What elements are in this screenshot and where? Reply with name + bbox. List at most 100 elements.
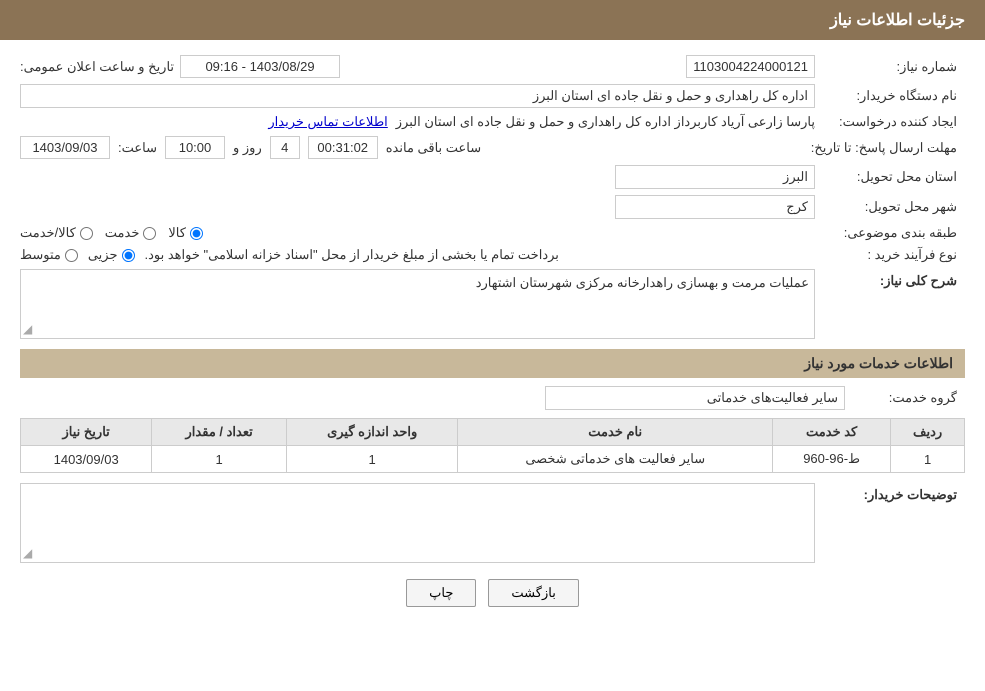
back-button[interactable]: بازگشت xyxy=(488,579,578,607)
page-title: جزئیات اطلاعات نیاز xyxy=(830,12,965,29)
category-option-goods-label: کالا xyxy=(168,225,186,241)
request-number-label: شماره نیاز: xyxy=(815,59,965,75)
services-table: ردیف کد خدمت نام خدمت واحد اندازه گیری ت… xyxy=(20,418,965,473)
deadline-date-box: 1403/09/03 xyxy=(20,136,110,159)
row-deadline: مهلت ارسال پاسخ: تا تاریخ: 1403/09/03 سا… xyxy=(20,136,965,159)
cell-row: 1 xyxy=(891,446,965,473)
buyer-org-value: اداره کل راهداری و حمل و نقل جاده ای است… xyxy=(20,84,815,108)
page-header: جزئیات اطلاعات نیاز xyxy=(0,0,985,40)
col-code: کد خدمت xyxy=(773,419,891,446)
col-row-num: ردیف xyxy=(891,419,965,446)
city-box: کرج xyxy=(615,195,815,219)
deadline-label: مهلت ارسال پاسخ: تا تاریخ: xyxy=(811,140,965,156)
category-option-service-goods-label: کالا/خدمت xyxy=(20,225,76,241)
purchase-option-medium-label: متوسط xyxy=(20,247,61,263)
category-options: کالا/خدمت خدمت کالا xyxy=(20,225,815,241)
resize-icon: ◢ xyxy=(23,322,32,336)
purchase-radio-medium[interactable] xyxy=(65,249,78,262)
category-radio-service[interactable] xyxy=(143,227,156,240)
row-description: شرح کلی نیاز: عملیات مرمت و بهسازی راهدا… xyxy=(20,269,965,339)
request-number-box: 1103004224000121 xyxy=(686,55,815,78)
cell-date: 1403/09/03 xyxy=(21,446,152,473)
public-announce-value: 1403/08/29 - 09:16 xyxy=(180,55,340,78)
table-row: 1 ط-96-960 سایر فعالیت های خدماتی شخصی 1… xyxy=(21,446,965,473)
purchase-type-text: برداخت تمام یا بخشی از مبلغ خریدار از مح… xyxy=(145,247,559,263)
deadline-value-area: 1403/09/03 ساعت: 10:00 روز و 4 00:31:02 … xyxy=(20,136,811,159)
category-radio-group: کالا/خدمت خدمت کالا xyxy=(20,225,815,241)
category-label: طبقه بندی موضوعی: xyxy=(815,225,965,241)
category-option-service-goods[interactable]: کالا/خدمت xyxy=(20,225,93,241)
requester-label: ایجاد کننده درخواست: xyxy=(815,114,965,130)
purchase-option-partial-label: جزیی xyxy=(88,247,118,263)
province-box: البرز xyxy=(615,165,815,189)
col-name: نام خدمت xyxy=(458,419,773,446)
row-purchase-type: نوع فرآیند خرید : متوسط جزیی برداخت تمام… xyxy=(20,247,965,263)
requester-link[interactable]: اطلاعات تماس خریدار xyxy=(268,114,387,130)
cell-code: ط-96-960 xyxy=(773,446,891,473)
purchase-radio-partial[interactable] xyxy=(122,249,135,262)
city-value: کرج xyxy=(20,195,815,219)
print-button[interactable]: چاپ xyxy=(406,579,476,607)
cell-qty: 1 xyxy=(152,446,287,473)
service-group-label: گروه خدمت: xyxy=(845,390,965,406)
buyer-org-box: اداره کل راهداری و حمل و نقل جاده ای است… xyxy=(20,84,815,108)
purchase-type-area: متوسط جزیی برداخت تمام یا بخشی از مبلغ خ… xyxy=(20,247,815,263)
description-value-area: عملیات مرمت و بهسازی راهدارخانه مرکزی شه… xyxy=(20,269,815,339)
category-radio-goods[interactable] xyxy=(190,227,203,240)
col-date: تاریخ نیاز xyxy=(21,419,152,446)
buyer-notes-box: ◢ xyxy=(20,483,815,563)
deadline-time-box: 10:00 xyxy=(165,136,225,159)
description-box: عملیات مرمت و بهسازی راهدارخانه مرکزی شه… xyxy=(20,269,815,339)
announce-row: تاریخ و ساعت اعلان عمومی: 1403/08/29 - 0… xyxy=(20,55,340,78)
row-buyer-org: نام دستگاه خریدار: اداره کل راهداری و حم… xyxy=(20,84,965,108)
row-category: طبقه بندی موضوعی: کالا/خدمت خدمت کالا xyxy=(20,225,965,241)
requester-value: پارسا زارعی آریاد کاربرداز اداره کل راهد… xyxy=(396,114,815,130)
description-label: شرح کلی نیاز: xyxy=(815,269,965,289)
main-content: شماره نیاز: 1103004224000121 تاریخ و ساع… xyxy=(0,40,985,638)
purchase-type-row: متوسط جزیی برداخت تمام یا بخشی از مبلغ خ… xyxy=(20,247,815,263)
buyer-notes-value-area: ◢ xyxy=(20,483,815,563)
category-option-goods[interactable]: کالا xyxy=(168,225,203,241)
public-announce-label: تاریخ و ساعت اعلان عمومی: xyxy=(20,59,174,75)
category-option-service[interactable]: خدمت xyxy=(105,225,157,241)
deadline-row: 1403/09/03 ساعت: 10:00 روز و 4 00:31:02 … xyxy=(20,136,811,159)
service-group-value: سایر فعالیت‌های خدماتی xyxy=(20,386,845,410)
deadline-remaining-box: 00:31:02 xyxy=(308,136,378,159)
deadline-days-box: 4 xyxy=(270,136,300,159)
province-value: البرز xyxy=(20,165,815,189)
deadline-time-label: ساعت: xyxy=(118,140,157,156)
requester-value-area: پارسا زارعی آریاد کاربرداز اداره کل راهد… xyxy=(20,114,815,130)
resize-icon-2: ◢ xyxy=(23,546,32,560)
services-header-text: اطلاعات خدمات مورد نیاز xyxy=(804,355,953,371)
row-service-group: گروه خدمت: سایر فعالیت‌های خدماتی xyxy=(20,386,965,410)
col-qty: تعداد / مقدار xyxy=(152,419,287,446)
row-request-number: شماره نیاز: 1103004224000121 تاریخ و ساع… xyxy=(20,55,965,78)
category-option-service-label: خدمت xyxy=(105,225,140,241)
deadline-remaining-label: ساعت باقی مانده xyxy=(386,140,481,156)
category-radio-service-goods[interactable] xyxy=(80,227,93,240)
row-requester: ایجاد کننده درخواست: پارسا زارعی آریاد ک… xyxy=(20,114,965,130)
row-city: شهر محل تحویل: کرج xyxy=(20,195,965,219)
province-label: استان محل تحویل: xyxy=(815,169,965,185)
description-label-text: شرح کلی نیاز: xyxy=(880,273,957,288)
request-number-value: 1103004224000121 xyxy=(370,55,815,78)
buyer-notes-label-text: توضیحات خریدار: xyxy=(864,487,957,502)
cell-name: سایر فعالیت های خدماتی شخصی xyxy=(458,446,773,473)
buyer-notes-label: توضیحات خریدار: xyxy=(815,483,965,503)
purchase-option-medium[interactable]: متوسط xyxy=(20,247,78,263)
cell-unit: 1 xyxy=(286,446,457,473)
city-label: شهر محل تحویل: xyxy=(815,199,965,215)
purchase-type-label: نوع فرآیند خرید : xyxy=(815,247,965,263)
services-section-header: اطلاعات خدمات مورد نیاز xyxy=(20,349,965,378)
deadline-days-label: روز و xyxy=(233,140,262,156)
purchase-option-partial[interactable]: جزیی xyxy=(88,247,135,263)
col-unit: واحد اندازه گیری xyxy=(286,419,457,446)
description-text: عملیات مرمت و بهسازی راهدارخانه مرکزی شه… xyxy=(476,275,809,290)
table-header-row: ردیف کد خدمت نام خدمت واحد اندازه گیری ت… xyxy=(21,419,965,446)
service-group-box: سایر فعالیت‌های خدماتی xyxy=(545,386,845,410)
buyer-org-label: نام دستگاه خریدار: xyxy=(815,88,965,104)
buttons-row: بازگشت چاپ xyxy=(20,579,965,607)
page-container: جزئیات اطلاعات نیاز شماره نیاز: 11030042… xyxy=(0,0,985,691)
row-buyer-notes: توضیحات خریدار: ◢ xyxy=(20,483,965,563)
row-province: استان محل تحویل: البرز xyxy=(20,165,965,189)
